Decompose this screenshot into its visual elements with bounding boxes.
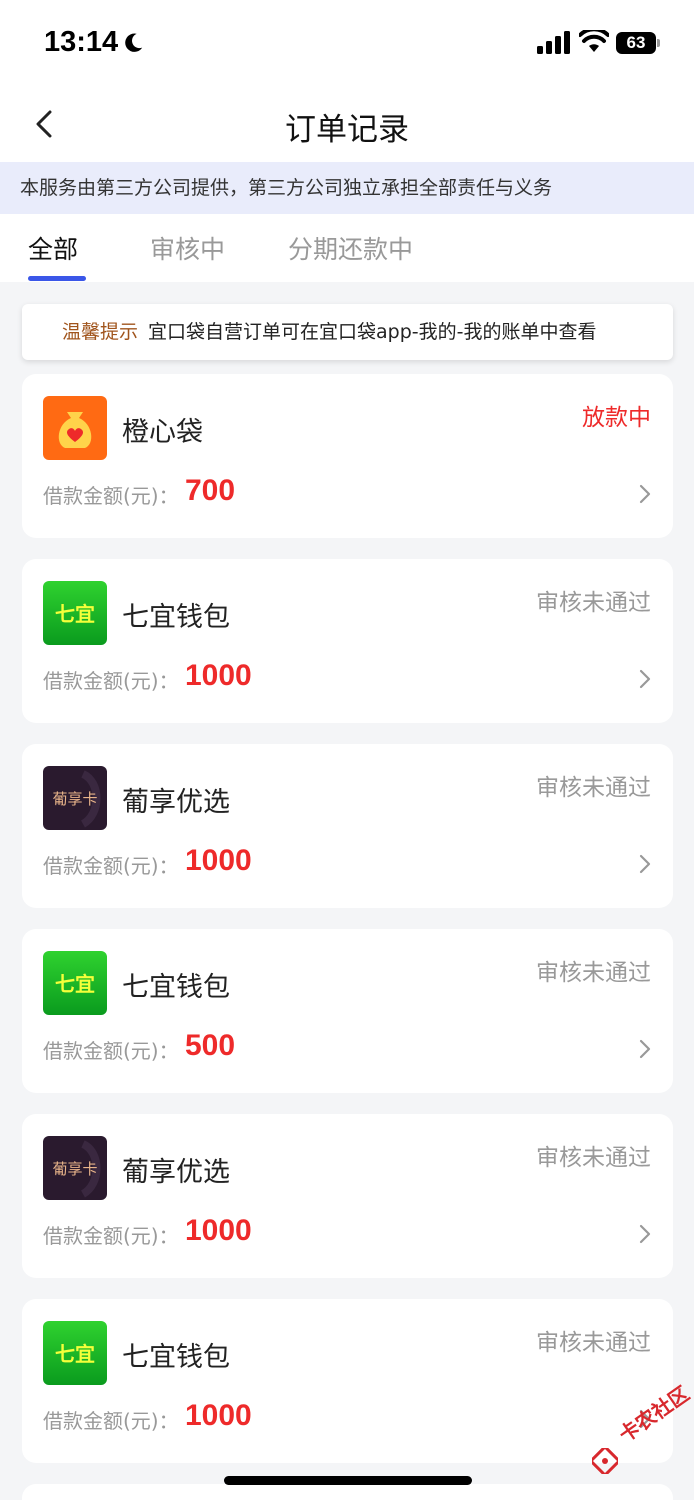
wifi-icon — [579, 30, 609, 52]
logo-text: 葡享卡 — [52, 1160, 97, 1178]
tab-bar: 全部 审核中 分期还款中 — [0, 214, 694, 282]
amount-label: 借款金额(元)： — [43, 1039, 179, 1063]
lender-name: 七宜钱包 — [122, 602, 230, 633]
order-card-partial[interactable] — [22, 1484, 673, 1500]
cellular-signal-icon — [537, 31, 570, 54]
amount-value: 1000 — [185, 659, 252, 692]
tab-installment-repaying[interactable]: 分期还款中 — [288, 230, 413, 266]
order-card[interactable]: 七宜 七宜钱包 审核未通过 借款金额(元)： 1000 — [22, 1299, 673, 1463]
logo-text: 七宜 — [55, 602, 95, 626]
tip-text: 宜口袋自营订单可在宜口袋app-我的-我的账单中查看 — [148, 321, 597, 343]
order-status: 审核未通过 — [536, 775, 651, 801]
order-card[interactable]: 七宜 七宜钱包 审核未通过 借款金额(元)： 500 — [22, 929, 673, 1093]
amount-label: 借款金额(元)： — [43, 669, 179, 693]
tip-banner: 温馨提示 宜口袋自营订单可在宜口袋app-我的-我的账单中查看 — [22, 304, 673, 360]
order-card[interactable]: 七宜 七宜钱包 审核未通过 借款金额(元)： 1000 — [22, 559, 673, 723]
qiyi-wallet-logo: 七宜 — [43, 1321, 107, 1385]
orange-heart-bag-icon — [43, 396, 107, 460]
logo-text: 葡享卡 — [52, 790, 97, 808]
status-bar: 13:14 63 — [0, 0, 694, 88]
third-party-notice: 本服务由第三方公司提供，第三方公司独立承担全部责任与义务 — [0, 162, 694, 214]
lender-name: 葡享优选 — [122, 1157, 230, 1188]
tab-all[interactable]: 全部 — [28, 230, 78, 266]
battery-level: 63 — [616, 32, 656, 54]
lender-name: 橙心袋 — [122, 417, 203, 448]
lender-name: 葡享优选 — [122, 787, 230, 818]
amount-label: 借款金额(元)： — [43, 1409, 179, 1433]
kanong-logo-icon — [592, 1448, 618, 1474]
home-indicator[interactable] — [224, 1476, 472, 1485]
amount-label: 借款金额(元)： — [43, 1224, 179, 1248]
amount-label: 借款金额(元)： — [43, 484, 179, 508]
qiyi-wallet-logo: 七宜 — [43, 951, 107, 1015]
amount-value: 1000 — [185, 1214, 252, 1247]
battery-indicator: 63 — [616, 32, 660, 54]
order-card[interactable]: 葡享卡 葡享优选 审核未通过 借款金额(元)： 1000 — [22, 1114, 673, 1278]
amount-value: 700 — [185, 474, 236, 507]
order-status: 放款中 — [582, 405, 651, 431]
battery-cap — [657, 39, 660, 47]
tip-label: 温馨提示 — [62, 321, 139, 343]
lender-name: 七宜钱包 — [122, 972, 230, 1003]
chevron-right-icon — [639, 669, 651, 689]
watermark: 卡农社区 — [590, 1381, 694, 1490]
page-title: 订单记录 — [285, 112, 409, 148]
chevron-right-icon — [639, 854, 651, 874]
amount-label: 借款金额(元)： — [43, 854, 179, 878]
puxiang-card-logo: 葡享卡 — [43, 1136, 107, 1200]
puxiang-card-logo: 葡享卡 — [43, 766, 107, 830]
amount-value: 1000 — [185, 1399, 252, 1432]
order-status: 审核未通过 — [536, 1145, 651, 1171]
order-status: 审核未通过 — [536, 1330, 651, 1356]
order-card[interactable]: 葡享卡 葡享优选 审核未通过 借款金额(元)： 1000 — [22, 744, 673, 908]
lender-name: 七宜钱包 — [122, 1342, 230, 1373]
logo-text: 七宜 — [55, 972, 95, 996]
tab-reviewing[interactable]: 审核中 — [150, 230, 225, 266]
chevron-right-icon — [639, 1224, 651, 1244]
active-tab-indicator — [28, 276, 86, 281]
logo-text: 七宜 — [55, 1342, 95, 1366]
order-status: 审核未通过 — [536, 590, 651, 616]
nav-bar: 订单记录 — [0, 88, 694, 162]
chevron-right-icon — [639, 484, 651, 504]
chevron-right-icon — [639, 1039, 651, 1059]
amount-value: 500 — [185, 1029, 236, 1062]
status-time: 13:14 — [44, 26, 119, 58]
amount-value: 1000 — [185, 844, 252, 877]
order-card[interactable]: 橙心袋 放款中 借款金额(元)： 700 — [22, 374, 673, 538]
qiyi-wallet-logo: 七宜 — [43, 581, 107, 645]
moon-icon — [125, 33, 143, 52]
order-status: 审核未通过 — [536, 960, 651, 986]
